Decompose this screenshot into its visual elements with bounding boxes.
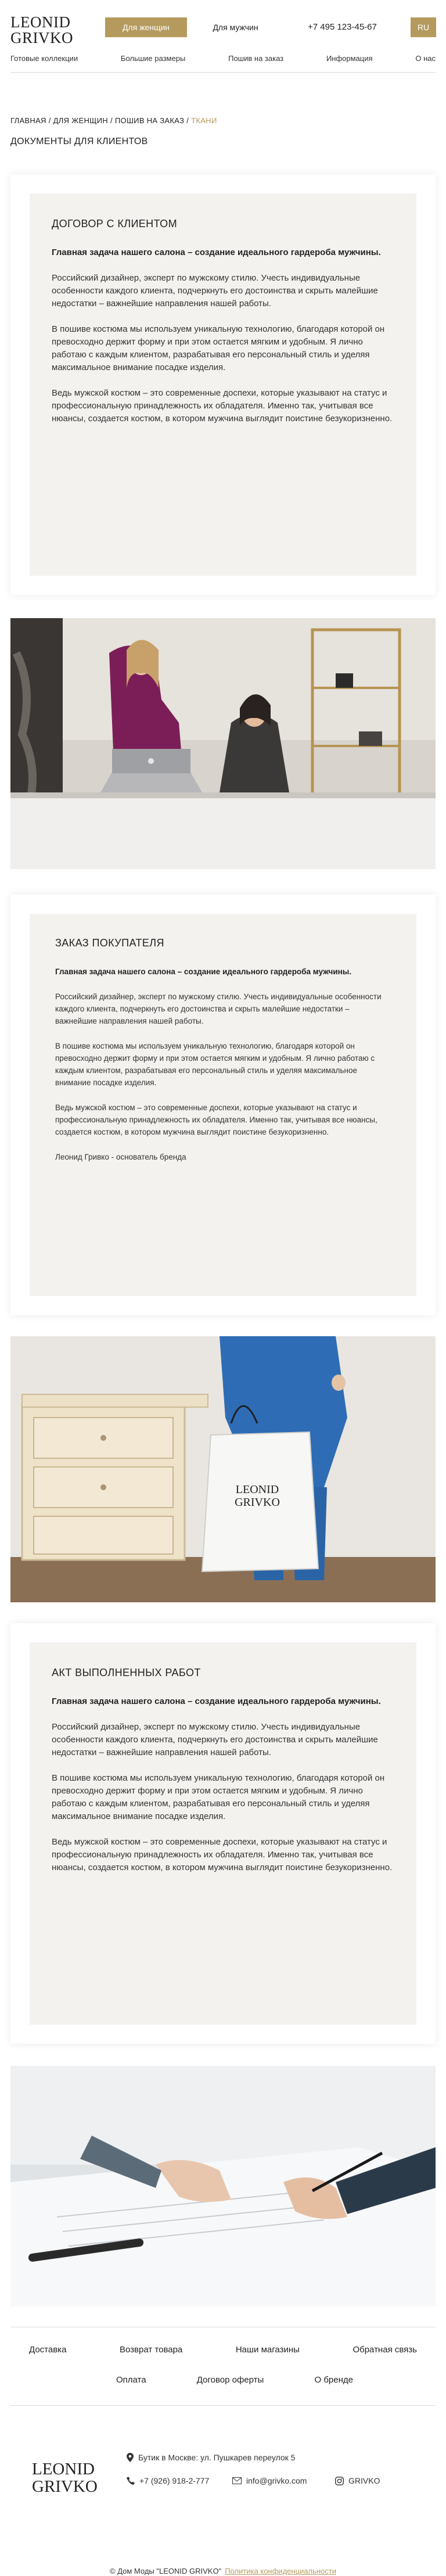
copyright-bar: © Дом Моды "LEONID GRIVKO" Политика конфи…: [0, 2567, 446, 2575]
logo-line1: LEONID: [10, 13, 71, 31]
signing-image: [10, 2066, 436, 2306]
footer-phone[interactable]: +7 (926) 918-2-777: [127, 2476, 209, 2485]
privacy-policy-link[interactable]: Политика конфиденциальности: [225, 2567, 336, 2575]
card-panel: АКТ ВЫПОЛНЕННЫХ РАБОТ Главная задача наш…: [30, 1642, 416, 2025]
main-nav: Готовые коллекции Большие размеры Пошив …: [10, 54, 436, 63]
breadcrumb-separator: /: [48, 116, 51, 125]
breadcrumb-custom[interactable]: ПОШИВ НА ЗАКАЗ: [115, 116, 184, 125]
footer-address: Бутик в Москве: ул. Пушкарев переулок 5: [127, 2453, 295, 2462]
footer-nav-row1: Доставка Возврат товара Наши магазины Об…: [10, 2345, 436, 2355]
card-paragraph: В пошиве костюма мы используем уникальну…: [52, 1773, 385, 1821]
nav-about[interactable]: О нас: [415, 54, 436, 63]
shopping-bag-image: LEONID GRIVKO: [10, 1336, 436, 1602]
document-card-order: ЗАКАЗ ПОКУПАТЕЛЯ Главная задача нашего с…: [10, 895, 436, 1315]
logo[interactable]: LEONID GRIVKO: [10, 15, 73, 46]
footer-link-returns[interactable]: Возврат товара: [120, 2345, 182, 2355]
card-paragraph: Российский дизайнер, эксперт по мужскому…: [52, 1722, 378, 1757]
card-panel: ДОГОВОР С КЛИЕНТОМ Главная задача нашего…: [30, 193, 416, 576]
card-paragraph: Российский дизайнер, эксперт по мужскому…: [52, 273, 378, 308]
footer-phone-text: +7 (926) 918-2-777: [139, 2476, 210, 2485]
document-card-act: АКТ ВЫПОЛНЕННЫХ РАБОТ Главная задача наш…: [10, 1623, 436, 2044]
card-lead: Главная задача нашего салона – создание …: [55, 967, 352, 976]
footer-link-brand[interactable]: О бренде: [314, 2375, 353, 2385]
footer-link-stores[interactable]: Наши магазины: [236, 2345, 300, 2355]
signing-photo: [10, 2066, 436, 2306]
card-paragraph: В пошиве костюма мы используем уникальну…: [55, 1042, 375, 1087]
footer-logo-line1: LEONID: [32, 2460, 95, 2478]
header-divider: [10, 72, 436, 73]
office-photo-image: [10, 618, 436, 869]
card-paragraph: В пошиве костюма мы используем уникальну…: [52, 324, 385, 372]
card-lead: Главная задача нашего салона – создание …: [52, 247, 381, 257]
instagram-icon: [335, 2476, 344, 2485]
footer-link-payment[interactable]: Оплата: [116, 2375, 146, 2385]
footer-divider: [10, 2405, 436, 2406]
footer-email[interactable]: info@grivko.com: [232, 2476, 307, 2485]
card-lead: Главная задача нашего салона – создание …: [52, 1696, 381, 1706]
card-title[interactable]: ЗАКАЗ ПОКУПАТЕЛЯ: [55, 937, 391, 949]
card-signature: Леонид Гривко - основатель бренда: [55, 1153, 186, 1161]
nav-ready-collections[interactable]: Готовые коллекции: [10, 54, 78, 63]
nav-custom-tailoring[interactable]: Пошив на заказ: [228, 54, 283, 63]
footer-social[interactable]: GRIVKO: [335, 2476, 380, 2485]
card-paragraph: Российский дизайнер, эксперт по мужскому…: [55, 992, 382, 1025]
nav-information[interactable]: Информация: [326, 54, 373, 63]
copyright-text: © Дом Моды "LEONID GRIVKO": [110, 2567, 222, 2575]
office-photo: [10, 618, 436, 869]
bag-logo-line2: GRIVKO: [235, 1496, 280, 1509]
card-paragraph: Ведь мужской костюм – это современные до…: [52, 1837, 393, 1872]
men-button[interactable]: Для мужчин: [196, 17, 275, 37]
document-card-contract: ДОГОВОР С КЛИЕНТОМ Главная задача нашего…: [10, 174, 436, 595]
footer-email-text: info@grivko.com: [246, 2476, 307, 2485]
card-paragraph: Ведь мужской костюм – это современные до…: [52, 388, 393, 424]
page-title: ДОКУМЕНТЫ ДЛЯ КЛИЕНТОВ: [10, 137, 148, 146]
logo-line2: GRIVKO: [10, 29, 73, 46]
site-header: LEONID GRIVKO Для женщин Для мужчин +7 4…: [0, 0, 446, 77]
shopping-bag-photo: LEONID GRIVKO: [10, 1336, 436, 1602]
footer-link-offer[interactable]: Договор оферты: [197, 2375, 264, 2385]
breadcrumb-current: ТКАНИ: [191, 116, 217, 125]
mail-icon: [232, 2477, 242, 2484]
header-phone[interactable]: +7 495 123-45-67: [308, 22, 377, 32]
card-title[interactable]: АКТ ВЫПОЛНЕННЫХ РАБОТ: [52, 1667, 394, 1679]
map-pin-icon: [127, 2453, 134, 2462]
women-button[interactable]: Для женщин: [105, 17, 187, 37]
breadcrumb-home[interactable]: ГЛАВНАЯ: [10, 116, 46, 125]
footer-social-text: GRIVKO: [348, 2476, 380, 2485]
card-title[interactable]: ДОГОВОР С КЛИЕНТОМ: [52, 218, 394, 230]
footer-address-text: Бутик в Москве: ул. Пушкарев переулок 5: [138, 2453, 296, 2462]
card-panel: ЗАКАЗ ПОКУПАТЕЛЯ Главная задача нашего с…: [30, 914, 416, 1296]
language-button[interactable]: RU: [411, 17, 436, 37]
breadcrumb: ГЛАВНАЯ / ДЛЯ ЖЕНЩИН / ПОШИВ НА ЗАКАЗ / ТКАНИ: [10, 116, 217, 125]
breadcrumb-separator: /: [186, 116, 189, 125]
phone-icon: [127, 2477, 135, 2485]
breadcrumb-women[interactable]: ДЛЯ ЖЕНЩИН: [53, 116, 108, 125]
card-paragraph: Ведь мужской костюм – это современные до…: [55, 1103, 377, 1136]
footer-link-feedback[interactable]: Обратная связь: [353, 2345, 417, 2355]
footer-nav-row2: Оплата Договор оферты О бренде: [116, 2375, 353, 2385]
breadcrumb-separator: /: [110, 116, 113, 125]
nav-large-sizes[interactable]: Большие размеры: [121, 54, 185, 63]
bag-logo-line1: LEONID: [236, 1483, 279, 1496]
footer-logo[interactable]: LEONID GRIVKO: [32, 2460, 98, 2495]
footer-logo-line2: GRIVKO: [32, 2477, 98, 2496]
footer-link-delivery[interactable]: Доставка: [29, 2345, 66, 2355]
